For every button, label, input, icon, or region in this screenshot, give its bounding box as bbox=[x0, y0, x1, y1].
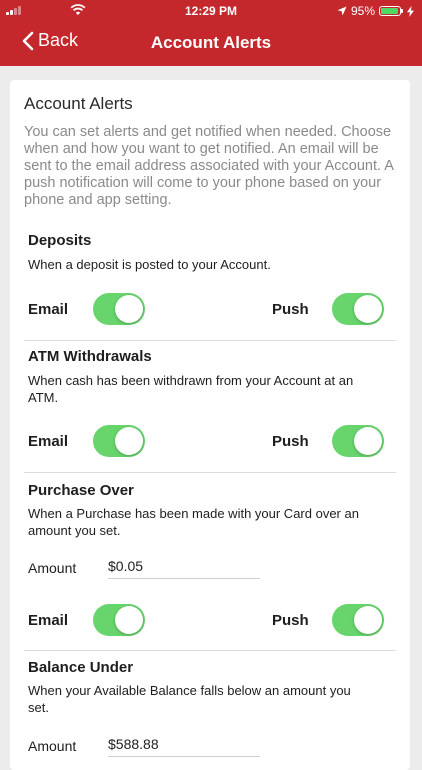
battery-percent: 95% bbox=[350, 4, 375, 18]
deposits-email-label: Email bbox=[28, 301, 69, 318]
battery-fill bbox=[381, 8, 398, 14]
section-desc-purchase-over: When a Purchase has been made with your … bbox=[28, 506, 359, 538]
deposits-push-label: Push bbox=[272, 301, 309, 318]
section-desc-atm: When cash has been withdrawn from your A… bbox=[28, 373, 354, 405]
purchase-push-toggle[interactable] bbox=[332, 604, 384, 636]
deposits-email-toggle[interactable] bbox=[93, 293, 145, 325]
top-bar: 12:29 PM 95% Back Account Alerts bbox=[0, 0, 422, 66]
atm-email-label: Email bbox=[28, 433, 69, 450]
section-title-balance-under: Balance Under bbox=[28, 659, 134, 676]
intro-text: You can set alerts and get notified when… bbox=[24, 124, 394, 208]
purchase-email-label: Email bbox=[28, 612, 69, 629]
charging-bolt-icon bbox=[407, 5, 414, 17]
balance-amount-label: Amount bbox=[28, 738, 77, 754]
atm-push-label: Push bbox=[272, 433, 309, 450]
balance-amount-input[interactable] bbox=[108, 732, 260, 757]
card-heading: Account Alerts bbox=[24, 94, 133, 113]
location-arrow-icon bbox=[337, 6, 347, 16]
battery-icon bbox=[379, 6, 401, 16]
section-title-deposits: Deposits bbox=[28, 232, 92, 249]
divider bbox=[24, 650, 396, 651]
status-bar: 12:29 PM 95% bbox=[0, 0, 422, 22]
atm-push-toggle[interactable] bbox=[332, 425, 384, 457]
section-title-purchase-over: Purchase Over bbox=[28, 482, 134, 499]
nav-bar: Back Account Alerts bbox=[0, 22, 422, 66]
status-right: 95% bbox=[337, 4, 414, 18]
section-desc-balance-under: When your Available Balance falls below … bbox=[28, 683, 351, 715]
purchase-email-toggle[interactable] bbox=[93, 604, 145, 636]
purchase-push-label: Push bbox=[272, 612, 309, 629]
deposits-push-toggle[interactable] bbox=[332, 293, 384, 325]
divider bbox=[24, 472, 396, 473]
purchase-amount-label: Amount bbox=[28, 560, 77, 576]
alerts-card: Account Alerts You can set alerts and ge… bbox=[10, 80, 410, 770]
section-desc-deposits: When a deposit is posted to your Account… bbox=[28, 257, 271, 272]
page-title: Account Alerts bbox=[150, 33, 272, 52]
atm-email-toggle[interactable] bbox=[93, 425, 145, 457]
divider bbox=[24, 340, 396, 341]
purchase-amount-input[interactable] bbox=[108, 554, 260, 579]
section-title-atm: ATM Withdrawals bbox=[28, 348, 152, 365]
